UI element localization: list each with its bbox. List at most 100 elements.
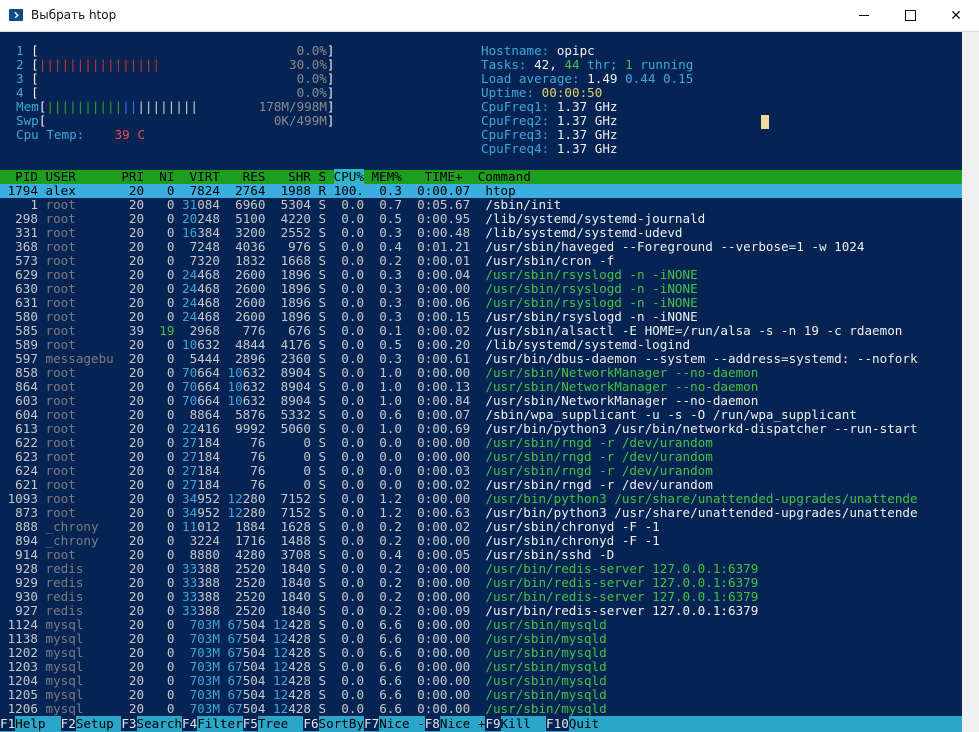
footer-key-f4[interactable]: F4: [182, 716, 198, 731]
user-cell: redis: [45, 589, 122, 604]
process-row[interactable]: 573 root 20 0 7320 1832 1668 S 0.0 0.2 0…: [0, 254, 962, 268]
footer-key-f2[interactable]: F2: [60, 716, 76, 731]
shr-cell: 428: [288, 631, 319, 646]
process-row[interactable]: 298 root 20 0 20248 5100 4220 S 0.0 0.5 …: [0, 212, 962, 226]
footer-action-f10[interactable]: Quit: [569, 716, 599, 731]
nice-cell: 0: [151, 687, 183, 702]
process-row[interactable]: 331 root 20 0 16384 3200 2552 S 0.0 0.3 …: [0, 226, 962, 240]
terminal-area[interactable]: 1 [ 0.0%] 2 [|||||||||||||||| 30.0%] 3 [ 0…: [0, 32, 962, 732]
cpu-freq-label: CpuFreq4:: [481, 141, 557, 156]
footer-key-f3[interactable]: F3: [121, 716, 137, 731]
process-row[interactable]: 631 root 20 0 24468 2600 1896 S 0.0 0.3 …: [0, 296, 962, 310]
process-row[interactable]: 630 root 20 0 24468 2600 1896 S 0.0 0.3 …: [0, 282, 962, 296]
footer-action-f4[interactable]: Filter: [197, 716, 243, 731]
process-row[interactable]: 1205 mysql 20 0 703M 67504 12428 S 0.0 6…: [0, 688, 962, 702]
swap-meter-value: 0K/499M: [273, 113, 327, 128]
process-row-selected[interactable]: 1794 alex 20 0 7824 2764 1988 R 100. 0.3…: [0, 184, 962, 198]
process-row[interactable]: 624 root 20 0 27184 76 0 S 0.0 0.0 0:00.…: [0, 464, 962, 478]
process-row[interactable]: 927 redis 20 0 33388 2520 1840 S 0.0 0.2…: [0, 604, 962, 618]
process-row[interactable]: 629 root 20 0 24468 2600 1896 S 0.0 0.3 …: [0, 268, 962, 282]
footer-action-f2[interactable]: Setup: [76, 716, 122, 731]
mem-percent-cell: 0.4: [371, 547, 410, 562]
res-cell: 504: [242, 701, 274, 716]
footer-key-f5[interactable]: F5: [242, 716, 258, 731]
mem-bar-used: ||||||||||: [46, 99, 123, 114]
process-row[interactable]: 888 _chrony 20 0 11012 1884 1628 S 0.0 0…: [0, 520, 962, 534]
state-cell: S: [318, 491, 334, 506]
footer-key-f9[interactable]: F9: [485, 716, 501, 731]
header-columns[interactable]: MEM% TIME+ Command: [364, 169, 531, 184]
uptime-line: Uptime: 00:00:50: [481, 86, 602, 100]
process-row[interactable]: 1124 mysql 20 0 703M 67504 12428 S 0.0 6…: [0, 618, 962, 632]
command-cell: /sbin/init: [485, 197, 562, 212]
mem-meter-label: Mem: [16, 99, 39, 114]
state-cell: S: [318, 253, 334, 268]
process-row[interactable]: 858 root 20 0 70664 10632 8904 S 0.0 1.0…: [0, 366, 962, 380]
process-row[interactable]: 894 _chrony 20 0 3224 1716 1488 S 0.0 0.…: [0, 534, 962, 548]
footer-action-f1[interactable]: Help: [15, 716, 61, 731]
process-row[interactable]: 622 root 20 0 27184 76 0 S 0.0 0.0 0:00.…: [0, 436, 962, 450]
process-row[interactable]: 914 root 20 0 8880 4280 3708 S 0.0 0.4 0…: [0, 548, 962, 562]
process-row[interactable]: 604 root 20 0 8864 5876 5332 S 0.0 0.6 0…: [0, 408, 962, 422]
header-columns[interactable]: PID USER PRI NI VIRT RES SHR S: [0, 169, 334, 184]
minimize-button[interactable]: [841, 0, 887, 31]
pid-cell: 631: [0, 295, 46, 310]
process-row[interactable]: 603 root 20 0 70664 10632 8904 S 0.0 1.0…: [0, 394, 962, 408]
process-row[interactable]: 1206 mysql 20 0 703M 67504 12428 S 0.0 6…: [0, 702, 962, 716]
footer-action-f3[interactable]: Search: [137, 716, 183, 731]
process-row[interactable]: 589 root 20 0 10632 4844 4176 S 0.0 0.5 …: [0, 338, 962, 352]
process-row[interactable]: 1093 root 20 0 34952 12280 7152 S 0.0 1.…: [0, 492, 962, 506]
maximize-button[interactable]: [887, 0, 933, 31]
command-cell: /usr/sbin/rsyslogd -n -iNONE: [485, 309, 698, 324]
process-row[interactable]: 621 root 20 0 27184 76 0 S 0.0 0.0 0:00.…: [0, 478, 962, 492]
close-button[interactable]: ✕: [933, 0, 979, 31]
process-row[interactable]: 1 root 20 0 31084 6960 5304 S 0.0 0.7 0:…: [0, 198, 962, 212]
vertical-scrollbar[interactable]: [962, 32, 979, 732]
mem-bar-cache: ||||||||: [137, 99, 199, 114]
process-row[interactable]: 1202 mysql 20 0 703M 67504 12428 S 0.0 6…: [0, 646, 962, 660]
minimize-icon: [859, 15, 869, 16]
res-cell: 2600: [227, 267, 274, 282]
footer-action-f8[interactable]: Nice +: [440, 716, 486, 731]
process-row[interactable]: 873 root 20 0 34952 12280 7152 S 0.0 1.2…: [0, 506, 962, 520]
res-cell-high: 67: [227, 673, 243, 688]
footer-key-f10[interactable]: F10: [546, 716, 569, 731]
process-row[interactable]: 368 root 20 0 7248 4036 976 S 0.0 0.4 0:…: [0, 240, 962, 254]
process-row[interactable]: 1138 mysql 20 0 703M 67504 12428 S 0.0 6…: [0, 632, 962, 646]
process-row[interactable]: 597 messagebu 20 0 5444 2896 2360 S 0.0 …: [0, 352, 962, 366]
footer-action-f9[interactable]: Kill: [501, 716, 547, 731]
footer-action-f6[interactable]: SortBy: [319, 716, 365, 731]
shr-cell-high: 12: [273, 687, 289, 702]
process-row[interactable]: 864 root 20 0 70664 10632 8904 S 0.0 1.0…: [0, 380, 962, 394]
command-cell: /usr/sbin/chronyd -F -1: [485, 519, 660, 534]
shr-cell: 676: [273, 323, 319, 338]
shr-cell: 1668: [273, 253, 319, 268]
cpu-percent-cell: 0.0: [333, 701, 372, 716]
process-row[interactable]: 1204 mysql 20 0 703M 67504 12428 S 0.0 6…: [0, 674, 962, 688]
meter-bracket: [: [23, 57, 39, 72]
footer-key-f7[interactable]: F7: [364, 716, 380, 731]
process-row[interactable]: 613 root 20 0 22416 9992 5060 S 0.0 1.0 …: [0, 422, 962, 436]
footer-action-f5[interactable]: Tree: [258, 716, 304, 731]
footer-key-f1[interactable]: F1: [0, 716, 16, 731]
process-row[interactable]: 1203 mysql 20 0 703M 67504 12428 S 0.0 6…: [0, 660, 962, 674]
mem-percent-cell: 0.2: [371, 589, 410, 604]
process-row[interactable]: 623 root 20 0 27184 76 0 S 0.0 0.0 0:00.…: [0, 450, 962, 464]
header-sort-column[interactable]: CPU%: [333, 169, 364, 184]
virt-cell-high: 11: [182, 519, 198, 534]
process-row[interactable]: 580 root 20 0 24468 2600 1896 S 0.0 0.3 …: [0, 310, 962, 324]
footer-key-f6[interactable]: F6: [303, 716, 319, 731]
process-row[interactable]: 585 root 39 19 2968 776 676 S 0.0 0.1 0:…: [0, 324, 962, 338]
user-cell: root: [45, 281, 122, 296]
process-row[interactable]: 930 redis 20 0 33388 2520 1840 S 0.0 0.2…: [0, 590, 962, 604]
footer-key-f8[interactable]: F8: [424, 716, 440, 731]
process-table-header[interactable]: PID USER PRI NI VIRT RES SHR S CPU% MEM%…: [0, 169, 962, 184]
process-row[interactable]: 929 redis 20 0 33388 2520 1840 S 0.0 0.2…: [0, 576, 962, 590]
virt-cell-high: 10: [182, 337, 198, 352]
shr-cell: 7152: [273, 505, 319, 520]
mem-meter-value: 178M/998M: [258, 99, 327, 114]
process-row[interactable]: 928 redis 20 0 33388 2520 1840 S 0.0 0.2…: [0, 562, 962, 576]
nice-cell: 0: [151, 449, 183, 464]
time-cell: 0:00.09: [409, 603, 486, 618]
footer-action-f7[interactable]: Nice -: [379, 716, 425, 731]
